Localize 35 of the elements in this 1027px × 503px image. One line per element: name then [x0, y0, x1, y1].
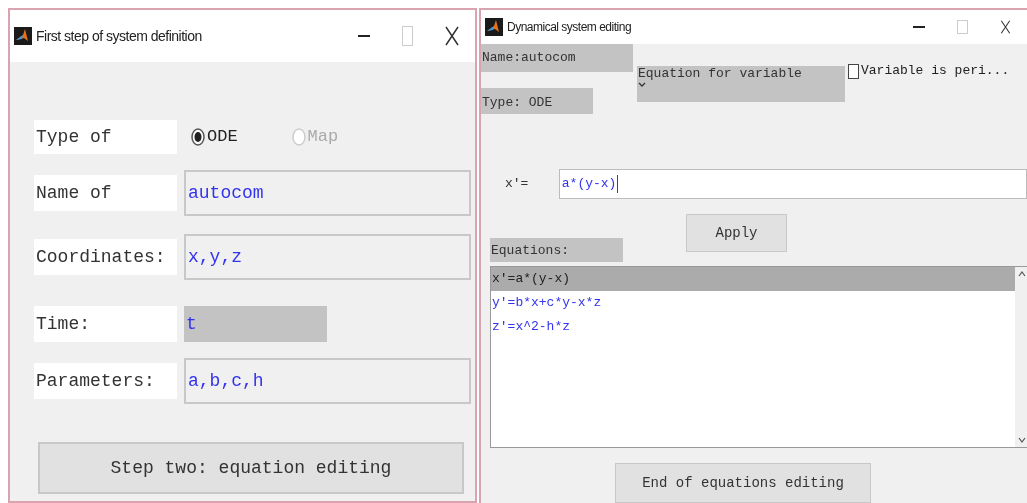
equations-label: Equations: — [490, 238, 623, 262]
equation-label: x'= — [505, 175, 530, 194]
variable-dropdown[interactable]: Equation for variable — [637, 66, 845, 102]
field-label: Parameters: — [34, 363, 177, 399]
text-field[interactable]: autocom — [184, 170, 471, 216]
text-cursor — [617, 175, 619, 193]
field-label: Time: — [34, 306, 177, 342]
caret-icon — [638, 82, 646, 88]
text-field[interactable]: a,b,c,h — [184, 358, 471, 404]
scroll-up-icon[interactable] — [1018, 271, 1026, 277]
window-title: First step of system definition — [36, 26, 203, 46]
scroll-down-icon[interactable] — [1018, 437, 1026, 443]
type-label: Type: ODE — [481, 88, 593, 114]
field-label: Type of — [34, 120, 177, 154]
field-label: Name of — [34, 175, 177, 211]
text-field[interactable]: x,y,z — [184, 234, 471, 280]
field-label: Coordinates: — [34, 239, 177, 275]
equation-input-field[interactable]: a*(y-x) — [558, 169, 1027, 199]
app-icon — [485, 18, 503, 36]
name-label: Name:autocom — [481, 44, 633, 72]
end-editing-button[interactable]: End of equations editing — [615, 463, 871, 503]
app-icon — [14, 27, 32, 45]
checkbox-icon[interactable] — [848, 63, 859, 79]
equation-list-item[interactable]: y'=b*x+c*y-x*z — [491, 291, 1015, 315]
equation-list-item[interactable]: z'=x^2-h*z — [491, 315, 1015, 339]
apply-button[interactable]: Apply — [686, 214, 787, 252]
close-icon[interactable] — [1000, 20, 1011, 34]
step-two-button[interactable]: Step two: equation editing — [38, 442, 464, 494]
radio-option[interactable]: ODE — [191, 124, 238, 150]
radio-icon[interactable] — [191, 128, 205, 146]
window-title: Dynamical system editing — [507, 19, 633, 36]
close-icon[interactable] — [445, 26, 459, 46]
periodic-checkbox[interactable]: Variable is peri... — [848, 62, 1010, 80]
equation-list-item[interactable]: x'=a*(y-x) — [491, 267, 1015, 291]
scrollbar[interactable] — [1015, 267, 1027, 447]
